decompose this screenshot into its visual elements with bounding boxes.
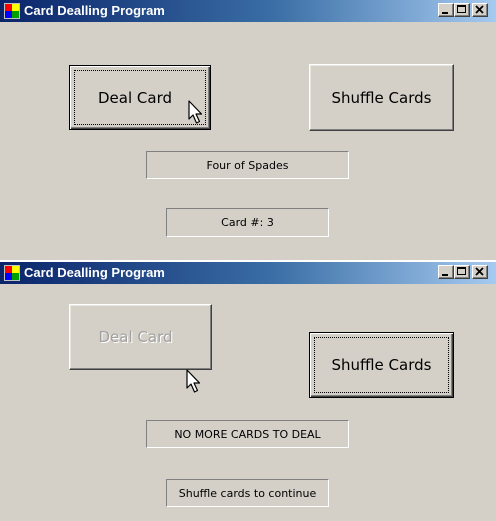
card-count-text: Card #: 3 (221, 216, 274, 229)
shuffle-cards-button[interactable]: Shuffle Cards (309, 332, 454, 398)
shuffle-cards-label: Shuffle Cards (331, 88, 432, 107)
app-icon (4, 3, 20, 19)
window-title: Card Dealling Program (24, 265, 165, 280)
card-name-text: Four of Spades (206, 158, 289, 172)
close-button[interactable] (472, 3, 488, 17)
card-count-text: Shuffle cards to continue (178, 486, 317, 500)
focus-rect (314, 337, 449, 393)
close-icon (475, 267, 484, 276)
title-bar[interactable]: Card Dealling Program (0, 0, 496, 22)
card-dealing-window-2: Card Dealling Program Deal Card Shuffle … (0, 262, 496, 521)
card-name-label: NO MORE CARDS TO DEAL (146, 420, 349, 448)
minimize-button[interactable] (438, 265, 454, 279)
card-count-label: Card #: 3 (166, 208, 329, 237)
deal-card-button[interactable]: Deal Card (69, 304, 212, 370)
card-name-label: Four of Spades (146, 151, 349, 179)
minimize-icon (442, 274, 448, 276)
minimize-button[interactable] (438, 3, 454, 17)
minimize-icon (442, 12, 448, 14)
close-icon (475, 5, 484, 14)
card-name-text: NO MORE CARDS TO DEAL (174, 427, 321, 441)
app-icon (4, 265, 20, 281)
deal-card-label: Deal Card (98, 328, 173, 346)
card-count-label: Shuffle cards to continue (166, 479, 329, 507)
close-button[interactable] (472, 265, 488, 279)
mouse-pointer-icon (188, 100, 203, 124)
maximize-icon (457, 5, 466, 13)
card-dealing-window-1: Card Dealling Program Deal Card Shuffle … (0, 0, 496, 260)
window-title: Card Dealling Program (24, 3, 165, 18)
mouse-pointer-icon (186, 369, 201, 393)
title-bar[interactable]: Card Dealling Program (0, 262, 496, 284)
focus-rect (74, 70, 206, 125)
maximize-button[interactable] (454, 3, 470, 17)
shuffle-cards-button[interactable]: Shuffle Cards (309, 64, 454, 131)
maximize-icon (457, 267, 466, 275)
maximize-button[interactable] (454, 265, 470, 279)
